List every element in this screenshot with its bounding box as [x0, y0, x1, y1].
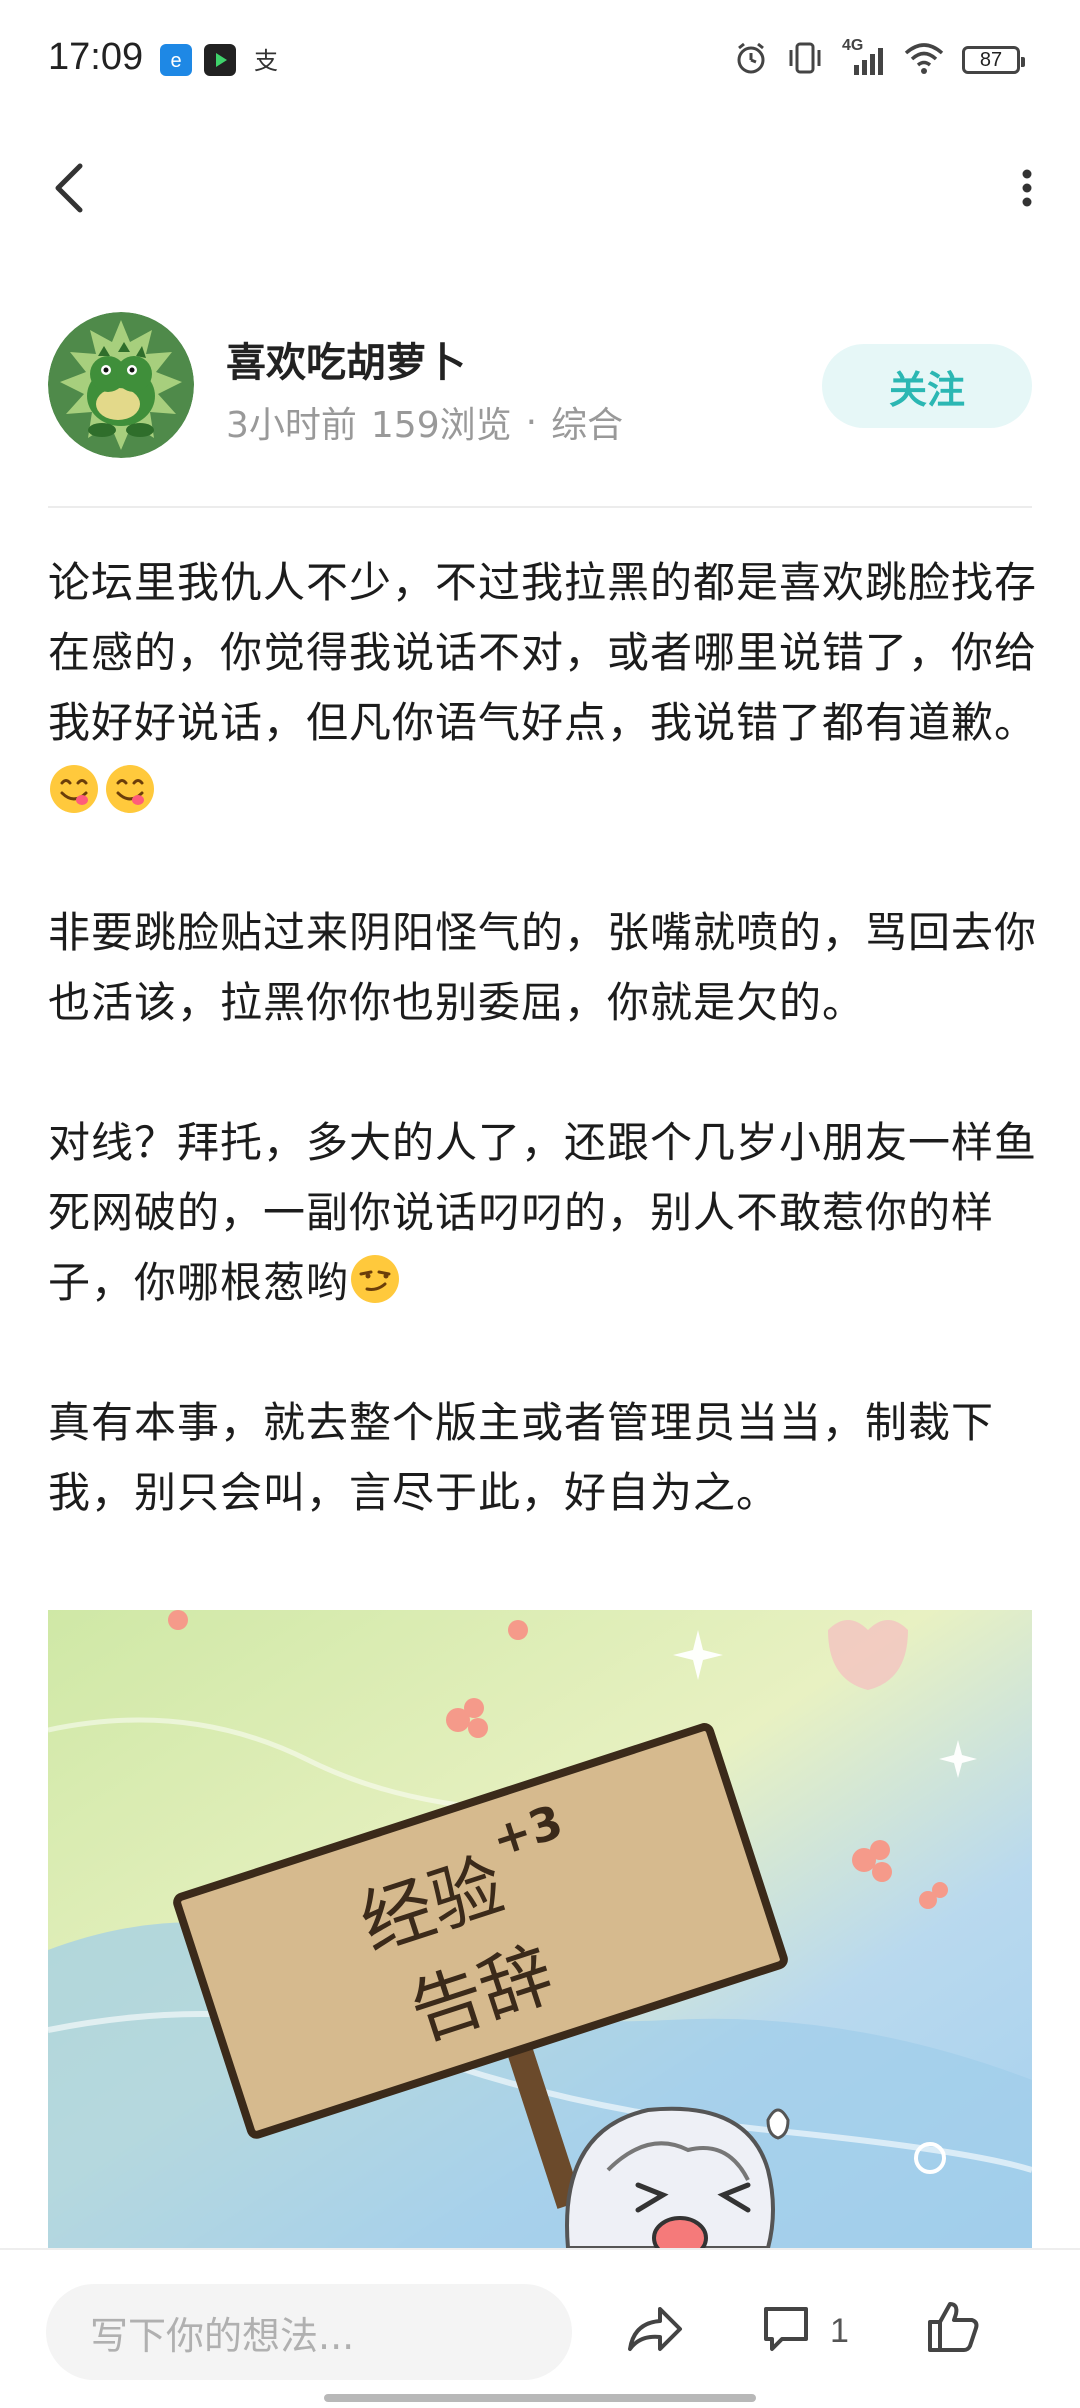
vibrate-icon [786, 41, 824, 79]
view-count: 159浏览 [370, 405, 512, 446]
paragraph-text: 对线？拜托，多大的人了，还跟个几岁小朋友一样鱼死网破的，一副你说话叼叼的，别人不… [48, 1118, 1038, 1307]
author-name[interactable]: 喜欢吃胡萝卜 [226, 330, 466, 388]
browser-app-icon: e [160, 44, 192, 76]
status-bar: 17:09 e 支 4G 87 [0, 0, 1080, 120]
follow-button[interactable]: 关注 [822, 344, 1032, 428]
post-category[interactable]: 综合 [551, 396, 623, 448]
share-icon [626, 2303, 684, 2359]
status-time: 17:09 [48, 36, 144, 78]
like-button[interactable] [918, 2294, 988, 2364]
share-button[interactable] [620, 2296, 690, 2366]
svg-text:e: e [170, 50, 181, 72]
post-paragraph: 真有本事，就去整个版主或者管理员当当，制裁下我，别只会叫，言尽于此，好自为之。 [48, 1398, 995, 1517]
battery-icon: 87 [962, 46, 1025, 74]
post-meta: 3小时前 159浏览 · 综合 [226, 396, 623, 448]
chevron-left-icon [50, 160, 90, 220]
wifi-icon [904, 41, 944, 79]
bottom-action-bar: 写下你的想法... 1 [0, 2248, 1080, 2408]
divider [48, 506, 1032, 508]
post-paragraph: 非要跳脸贴过来阴阳怪气的，张嘴就喷的，骂回去你也活该，拉黑你你也别委屈，你就是欠… [48, 908, 1038, 1027]
smirk-emoji-icon [349, 1253, 401, 1305]
paragraph-text: 论坛里我仇人不少，不过我拉黑的都是喜欢跳脸找存在感的，你觉得我说话不对，或者哪里… [48, 558, 1038, 747]
alarm-icon [734, 41, 768, 79]
avatar[interactable] [48, 312, 194, 458]
yum-emoji-icon [48, 763, 100, 815]
post-image[interactable]: 经验 +3 告辞 [48, 1610, 1032, 2248]
more-button[interactable] [1002, 160, 1052, 220]
home-indicator[interactable] [324, 2394, 756, 2402]
comment-input[interactable]: 写下你的想法... [46, 2284, 572, 2380]
yum-emoji-icon [104, 763, 156, 815]
meta-separator: · [525, 401, 538, 443]
battery-level: 87 [979, 48, 1003, 71]
comment-icon [760, 2303, 812, 2359]
comment-button[interactable]: 1 [760, 2296, 849, 2366]
author-header: 喜欢吃胡萝卜 3小时前 159浏览 · 综合 关注 [48, 312, 1032, 462]
more-vertical-icon [1019, 168, 1035, 212]
thumbs-up-icon [926, 2300, 980, 2358]
post-paragraph: 对线？拜托，多大的人了，还跟个几岁小朋友一样鱼死网破的，一副你说话叼叼的，别人不… [48, 1108, 1038, 1318]
alipay-app-icon: 支 [250, 44, 282, 76]
video-app-icon [204, 44, 236, 76]
signal-icon: 4G [842, 37, 886, 77]
post-content: 论坛里我仇人不少，不过我拉黑的都是喜欢跳脸找存在感的，你觉得我说话不对，或者哪里… [48, 548, 1038, 1528]
svg-text:支: 支 [254, 47, 278, 75]
comment-count: 1 [830, 2311, 849, 2350]
back-button[interactable] [40, 160, 100, 220]
post-paragraph: 论坛里我仇人不少，不过我拉黑的都是喜欢跳脸找存在感的，你觉得我说话不对，或者哪里… [48, 548, 1038, 828]
post-time: 3小时前 [226, 405, 357, 446]
top-nav [0, 140, 1080, 240]
